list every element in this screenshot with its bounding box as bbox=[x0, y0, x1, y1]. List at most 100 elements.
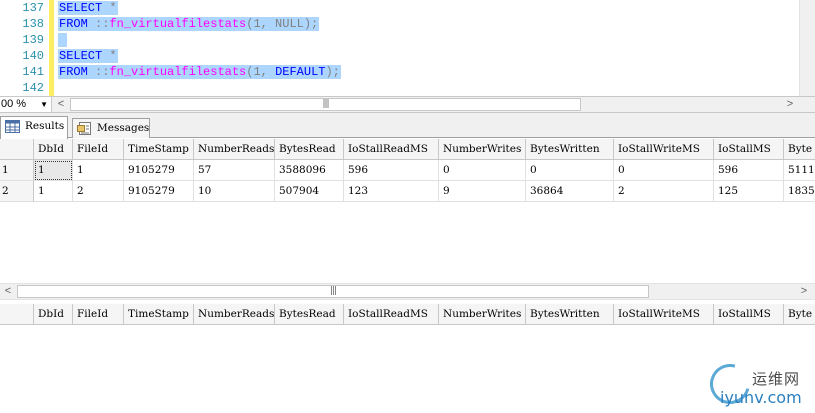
table-cell[interactable]: 9105279 bbox=[124, 181, 194, 202]
column-header-byteswritten[interactable]: BytesWritten bbox=[526, 139, 614, 160]
column-header-iostallreadms[interactable]: IoStallReadMS bbox=[344, 139, 439, 160]
code-area[interactable]: SELECT * FROM ::fn_virtualfilestats(1, NU… bbox=[58, 0, 799, 96]
column-header-numberwrites[interactable]: NumberWrites bbox=[439, 139, 526, 160]
table-cell[interactable]: 125 bbox=[714, 181, 784, 202]
table-cell[interactable]: 57 bbox=[194, 160, 275, 181]
code-line[interactable]: FROM ::fn_virtualfilestats(1, NULL); bbox=[58, 16, 320, 32]
column-header-iostallms[interactable]: IoStallMS bbox=[714, 139, 784, 160]
keyword-token: SELECT bbox=[59, 49, 103, 63]
table-row[interactable]: 1 1 1 9105279 57 3588096 596 0 0 0 596 5111 bbox=[0, 160, 815, 181]
table-cell[interactable]: 1835 bbox=[784, 181, 815, 202]
grip-icon: ||| bbox=[329, 286, 337, 296]
column-header-fileid[interactable]: FileId bbox=[73, 139, 124, 160]
tab-messages-label: Messages bbox=[97, 122, 150, 134]
table-cell[interactable]: 1 bbox=[73, 160, 124, 181]
tab-results[interactable]: Results bbox=[0, 116, 68, 139]
table-cell[interactable]: 9 bbox=[439, 181, 526, 202]
column-header-byte[interactable]: Byte bbox=[784, 304, 815, 325]
keyword-token: DEFAULT bbox=[275, 65, 326, 79]
result-grid-1[interactable]: DbId FileId TimeStamp NumberReads BytesRead I… bbox=[0, 139, 815, 282]
editor-horizontal-scrollbar[interactable]: 00 % ▼ < ||| > bbox=[0, 96, 815, 113]
results-tab-bar: Results Messages bbox=[0, 113, 815, 139]
scroll-right-icon[interactable]: > bbox=[782, 97, 798, 112]
zoom-dropdown[interactable]: 00 % ▼ bbox=[0, 97, 52, 112]
column-header-iostallwritems[interactable]: IoStallWriteMS bbox=[614, 304, 714, 325]
function-token: fn_virtualfilestats bbox=[109, 65, 247, 79]
column-header-timestamp[interactable]: TimeStamp bbox=[124, 304, 194, 325]
table-cell[interactable]: 5111 bbox=[784, 160, 815, 181]
table-cell[interactable]: 596 bbox=[714, 160, 784, 181]
code-token: ); bbox=[325, 65, 340, 79]
scroll-right-icon[interactable]: > bbox=[796, 284, 812, 299]
grid-header-row: DbId FileId TimeStamp NumberReads BytesRead I… bbox=[0, 304, 815, 325]
table-cell[interactable]: 36864 bbox=[526, 181, 614, 202]
code-token: * bbox=[102, 49, 117, 63]
column-header-dbid[interactable]: DbId bbox=[34, 139, 73, 160]
table-cell[interactable]: 0 bbox=[439, 160, 526, 181]
column-header-numberreads[interactable]: NumberReads bbox=[194, 304, 275, 325]
keyword-token: FROM bbox=[59, 65, 88, 79]
row-number[interactable]: 2 bbox=[0, 181, 34, 202]
column-header-numberwrites[interactable]: NumberWrites bbox=[439, 304, 526, 325]
column-header-iostallreadms[interactable]: IoStallReadMS bbox=[344, 304, 439, 325]
column-header-dbid[interactable]: DbId bbox=[34, 304, 73, 325]
line-number: 142 bbox=[22, 81, 44, 95]
table-cell[interactable]: 9105279 bbox=[124, 160, 194, 181]
column-header-iostallms[interactable]: IoStallMS bbox=[714, 304, 784, 325]
column-header-fileid[interactable]: FileId bbox=[73, 304, 124, 325]
editor-scroll-thumb[interactable]: ||| bbox=[70, 98, 581, 111]
grid-corner-cell[interactable] bbox=[0, 304, 34, 325]
column-header-numberreads[interactable]: NumberReads bbox=[194, 139, 275, 160]
line-number: 138 bbox=[22, 17, 44, 31]
editor-vertical-scrollbar[interactable] bbox=[799, 0, 815, 96]
line-number: 141 bbox=[22, 65, 44, 79]
code-token: :: bbox=[87, 65, 110, 79]
line-number: 139 bbox=[22, 33, 44, 47]
column-header-byte[interactable]: Byte bbox=[784, 139, 815, 160]
code-line[interactable]: SELECT * bbox=[58, 0, 118, 16]
keyword-token: FROM bbox=[59, 17, 88, 31]
column-header-iostallwritems[interactable]: IoStallWriteMS bbox=[614, 139, 714, 160]
table-cell[interactable]: 1 bbox=[34, 160, 73, 181]
grid-corner-cell[interactable] bbox=[0, 139, 34, 160]
table-row[interactable]: 2 1 2 9105279 10 507904 123 9 36864 2 125 1835 bbox=[0, 181, 815, 202]
watermark-logo: 运维网 iyunv.com bbox=[702, 356, 815, 412]
messages-icon bbox=[77, 122, 91, 135]
tab-results-label: Results bbox=[25, 120, 65, 132]
query-editor[interactable]: 137 138 139 140 141 142 SELECT * FROM ::fn_vir… bbox=[0, 0, 815, 96]
row-number[interactable]: 1 bbox=[0, 160, 34, 181]
column-header-timestamp[interactable]: TimeStamp bbox=[124, 139, 194, 160]
table-cell[interactable]: 123 bbox=[344, 181, 439, 202]
tab-messages[interactable]: Messages bbox=[72, 118, 150, 138]
column-header-bytesread[interactable]: BytesRead bbox=[275, 139, 344, 160]
grid-header-row: DbId FileId TimeStamp NumberReads BytesRead I… bbox=[0, 139, 815, 160]
table-cell[interactable]: 2 bbox=[73, 181, 124, 202]
table-cell[interactable]: 3588096 bbox=[275, 160, 344, 181]
table-cell[interactable]: 507904 bbox=[275, 181, 344, 202]
code-line[interactable]: SELECT * bbox=[58, 48, 118, 64]
table-cell[interactable]: 0 bbox=[614, 160, 714, 181]
table-cell[interactable]: 1 bbox=[34, 181, 73, 202]
dropdown-arrow-icon: ▼ bbox=[40, 100, 48, 109]
code-line[interactable] bbox=[58, 32, 68, 48]
function-token: fn_virtualfilestats bbox=[109, 17, 247, 31]
grid1-horizontal-scrollbar[interactable]: < ||| > bbox=[0, 283, 815, 300]
code-token: (1, NULL); bbox=[246, 17, 319, 31]
code-line[interactable]: FROM ::fn_virtualfilestats(1, DEFAULT); bbox=[58, 64, 341, 80]
scroll-left-icon[interactable]: < bbox=[53, 97, 69, 112]
table-cell[interactable]: 2 bbox=[614, 181, 714, 202]
grid1-scroll-thumb[interactable]: ||| bbox=[17, 285, 649, 298]
grid-results-icon bbox=[5, 120, 20, 133]
column-header-bytesread[interactable]: BytesRead bbox=[275, 304, 344, 325]
table-cell[interactable]: 596 bbox=[344, 160, 439, 181]
result-grid-2[interactable]: DbId FileId TimeStamp NumberReads BytesRead I… bbox=[0, 304, 815, 413]
scroll-left-icon[interactable]: < bbox=[0, 284, 16, 299]
table-cell[interactable]: 0 bbox=[526, 160, 614, 181]
keyword-token: SELECT bbox=[59, 1, 103, 15]
code-token: (1, bbox=[246, 65, 276, 79]
code-token: :: bbox=[87, 17, 110, 31]
grip-icon: ||| bbox=[322, 99, 329, 109]
column-header-byteswritten[interactable]: BytesWritten bbox=[526, 304, 614, 325]
table-cell[interactable]: 10 bbox=[194, 181, 275, 202]
